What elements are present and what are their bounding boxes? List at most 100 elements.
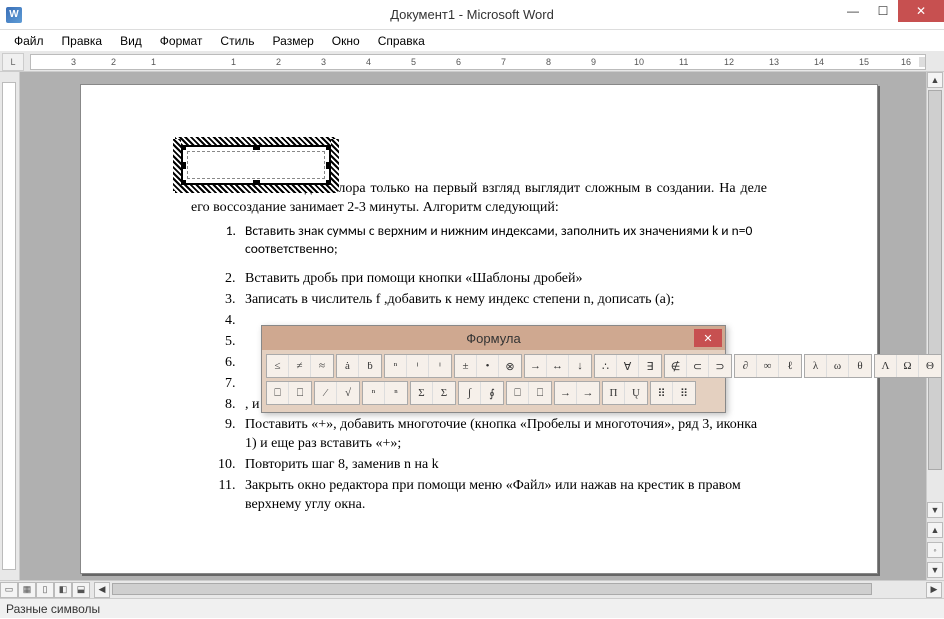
next-page-button[interactable]: ▼ <box>927 562 943 578</box>
formula-button[interactable]: Π <box>603 382 625 404</box>
formula-button[interactable]: ≤ <box>267 355 289 377</box>
formula-button[interactable]: ⁱ <box>407 355 429 377</box>
vertical-ruler[interactable] <box>0 72 20 580</box>
formula-group: λωθ <box>804 354 872 378</box>
formula-group: ⎕⎕ <box>506 381 552 405</box>
formula-button[interactable]: ± <box>455 355 477 377</box>
equation-object[interactable] <box>181 145 331 185</box>
menu-view[interactable]: Вид <box>112 32 150 50</box>
menu-window[interactable]: Окно <box>324 32 368 50</box>
formula-toolbar-window[interactable]: Формула ✕ ≤≠≈ȧḃⁿⁱⁱ±•⊗→↔↓∴∀∃∉⊂⊃∂∞ℓλωθΛΩΘ … <box>261 325 726 413</box>
formula-button[interactable]: ≈ <box>311 355 333 377</box>
formula-button[interactable]: ⎕ <box>267 382 289 404</box>
formula-button[interactable]: ∂ <box>735 355 757 377</box>
scroll-right-arrow[interactable]: ▶ <box>926 582 942 598</box>
scroll-down-arrow[interactable]: ▼ <box>927 502 943 518</box>
view-outline-icon[interactable]: ◧ <box>54 582 72 598</box>
formula-button[interactable]: • <box>477 355 499 377</box>
formula-button[interactable]: ⁿ <box>385 355 407 377</box>
formula-button[interactable]: Ω <box>897 355 919 377</box>
list-item: Записать в числитель f ,добавить к нему … <box>239 291 767 310</box>
formula-button[interactable]: ⎕ <box>529 382 551 404</box>
list-item: Закрыть окно редактора при помощи меню «… <box>239 477 767 515</box>
menu-format[interactable]: Формат <box>152 32 211 50</box>
ruler-corner[interactable]: L <box>2 53 24 71</box>
formula-button[interactable]: ⠿ <box>673 382 695 404</box>
minimize-button[interactable]: — <box>838 0 868 22</box>
formula-button[interactable]: √ <box>337 382 359 404</box>
menu-style[interactable]: Стиль <box>212 32 262 50</box>
view-print-icon[interactable]: ▯ <box>36 582 54 598</box>
ruler-tick: 1 <box>231 57 236 67</box>
formula-button[interactable]: ↓ <box>569 355 591 377</box>
view-reading-icon[interactable]: ⬓ <box>72 582 90 598</box>
vertical-scrollbar[interactable]: ▲ ▼ ▲ ◦ ▼ <box>926 72 944 580</box>
ruler-tick: 3 <box>71 57 76 67</box>
formula-button[interactable]: ȧ <box>337 355 359 377</box>
formula-button[interactable]: ∫ <box>459 382 481 404</box>
window-controls: — ☐ ✕ <box>838 0 944 22</box>
formula-button[interactable]: θ <box>849 355 871 377</box>
scroll-thumb[interactable] <box>928 90 942 470</box>
formula-button[interactable]: ⊃ <box>709 355 731 377</box>
formula-button[interactable]: ↔ <box>547 355 569 377</box>
formula-button[interactable]: ∴ <box>595 355 617 377</box>
formula-button[interactable]: ∃ <box>639 355 661 377</box>
formula-button[interactable]: ∀ <box>617 355 639 377</box>
formula-group: →→ <box>554 381 600 405</box>
formula-button[interactable]: ≠ <box>289 355 311 377</box>
formula-button[interactable]: Θ <box>919 355 941 377</box>
menu-size[interactable]: Размер <box>265 32 322 50</box>
horizontal-scrollbar[interactable]: ◀ ▶ <box>94 582 942 598</box>
view-web-icon[interactable]: ▦ <box>18 582 36 598</box>
ruler-bar: L 3 2 1 1 2 3 4 5 6 7 8 9 10 11 12 13 14… <box>0 52 944 72</box>
browse-object-button[interactable]: ◦ <box>927 542 943 558</box>
formula-button[interactable]: → <box>525 355 547 377</box>
formula-button[interactable]: ∮ <box>481 382 503 404</box>
menu-edit[interactable]: Правка <box>54 32 111 50</box>
formula-button[interactable]: ⊗ <box>499 355 521 377</box>
scroll-left-arrow[interactable]: ◀ <box>94 582 110 598</box>
formula-button[interactable]: ⁿ <box>385 382 407 404</box>
formula-button[interactable]: Ų <box>625 382 647 404</box>
formula-button[interactable]: ℓ <box>779 355 801 377</box>
menu-bar: Файл Правка Вид Формат Стиль Размер Окно… <box>0 30 944 52</box>
formula-button[interactable]: → <box>555 382 577 404</box>
formula-group: ∂∞ℓ <box>734 354 802 378</box>
maximize-button[interactable]: ☐ <box>868 0 898 22</box>
formula-button[interactable]: → <box>577 382 599 404</box>
menu-help[interactable]: Справка <box>370 32 433 50</box>
formula-close-button[interactable]: ✕ <box>694 329 722 347</box>
formula-button[interactable]: ⎕ <box>289 382 311 404</box>
formula-button[interactable]: ⠿ <box>651 382 673 404</box>
formula-button[interactable]: λ <box>805 355 827 377</box>
formula-button[interactable]: Λ <box>875 355 897 377</box>
formula-button[interactable]: ⁄ <box>315 382 337 404</box>
formula-button[interactable]: ∉ <box>665 355 687 377</box>
formula-button[interactable]: ⎕ <box>507 382 529 404</box>
formula-group: ΛΩΘ <box>874 354 942 378</box>
close-button[interactable]: ✕ <box>898 0 944 22</box>
formula-button[interactable]: ⊂ <box>687 355 709 377</box>
ruler-tick: 2 <box>276 57 281 67</box>
status-text: Разные символы <box>0 599 944 619</box>
formula-button[interactable]: ḃ <box>359 355 381 377</box>
scroll-up-arrow[interactable]: ▲ <box>927 72 943 88</box>
view-normal-icon[interactable]: ▭ <box>0 582 18 598</box>
formula-button[interactable]: ⁱ <box>429 355 451 377</box>
formula-group: ΣΣ <box>410 381 456 405</box>
ruler-tick: 9 <box>591 57 596 67</box>
formula-button[interactable]: Σ <box>433 382 455 404</box>
prev-page-button[interactable]: ▲ <box>927 522 943 538</box>
menu-file[interactable]: Файл <box>6 32 52 50</box>
formula-button[interactable]: ∞ <box>757 355 779 377</box>
ruler-tick: 3 <box>321 57 326 67</box>
formula-group: ∴∀∃ <box>594 354 662 378</box>
horizontal-ruler[interactable]: 3 2 1 1 2 3 4 5 6 7 8 9 10 11 12 13 14 1… <box>30 54 926 70</box>
formula-title-bar[interactable]: Формула ✕ <box>262 326 725 350</box>
ruler-tick: 10 <box>634 57 644 67</box>
formula-button[interactable]: ⁿ <box>363 382 385 404</box>
formula-button[interactable]: ω <box>827 355 849 377</box>
hscroll-thumb[interactable] <box>112 583 872 595</box>
formula-button[interactable]: Σ <box>411 382 433 404</box>
